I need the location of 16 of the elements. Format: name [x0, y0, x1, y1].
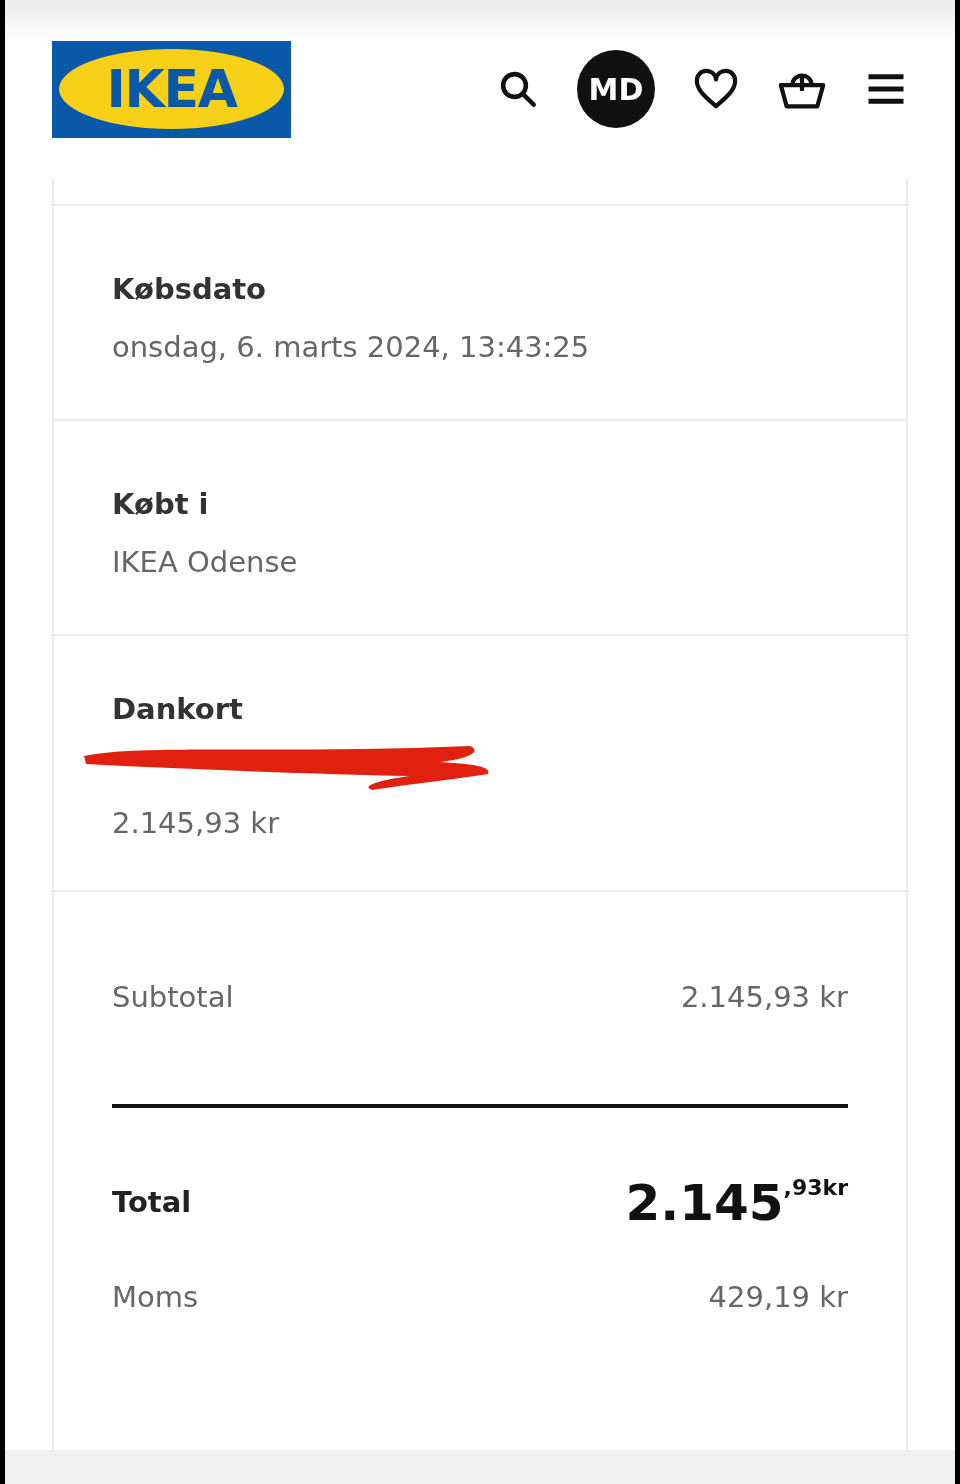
subtotal-value: 2.145,93 kr — [680, 979, 848, 1016]
payment-method: Dankort — [112, 691, 243, 728]
vat-value: 429,19 kr — [708, 1278, 848, 1316]
subtotal-label: Subtotal — [112, 979, 234, 1016]
vat-label: Moms — [112, 1278, 199, 1316]
total-value: 2.145$^{,93kr}$ — [625, 1177, 848, 1228]
total-label: Total — [112, 1183, 192, 1221]
ikea-logo[interactable]: IKEA — [52, 40, 291, 138]
field-value: onsdag, 6. marts 2024, 13:43:25 — [112, 328, 590, 366]
field-label: Købsdato — [112, 271, 267, 308]
payment-amount: 2.145,93 kr — [112, 804, 280, 842]
logo-text: IKEA — [106, 63, 237, 115]
avatar-button[interactable]: MD — [577, 50, 655, 128]
heart-icon[interactable] — [693, 68, 739, 110]
field-label: Købt i — [112, 486, 209, 523]
field-value: IKEA Odense — [112, 543, 298, 581]
